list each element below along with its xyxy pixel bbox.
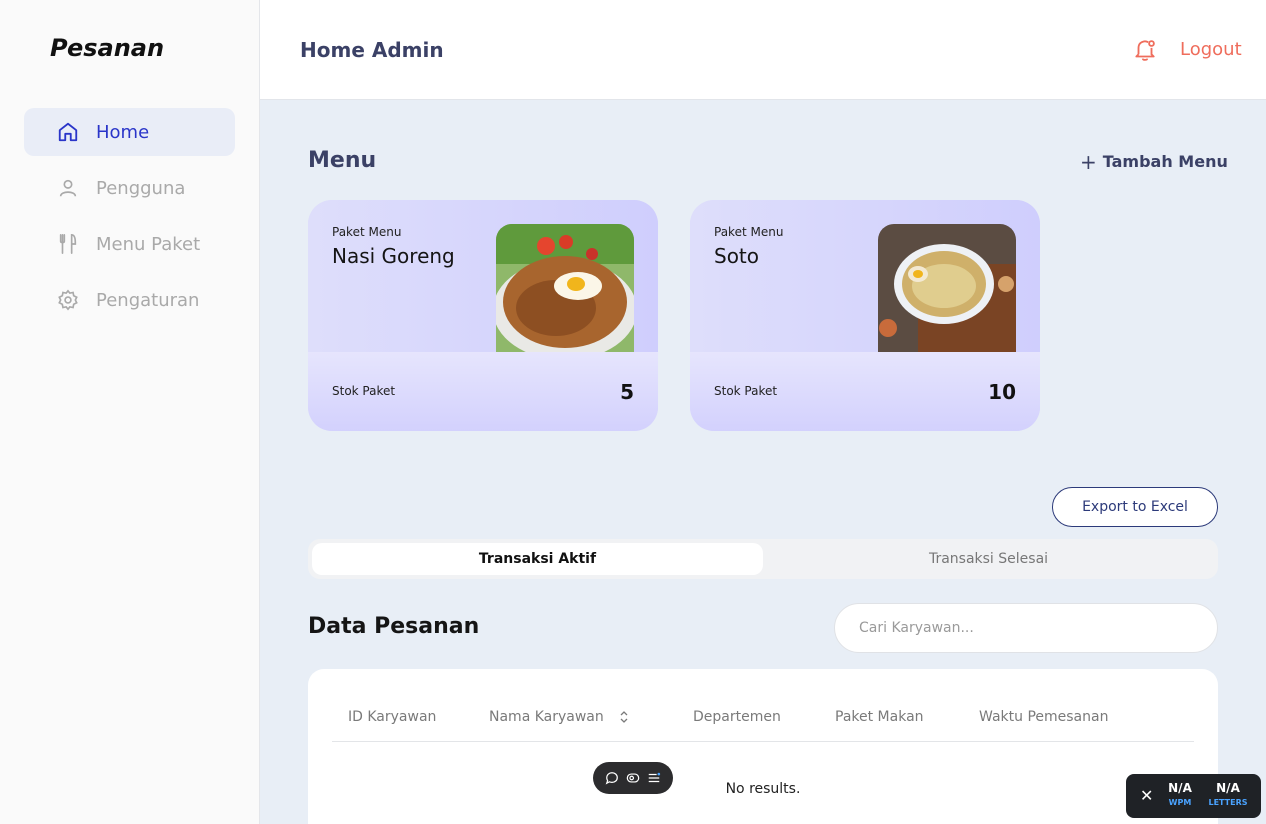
utensils-icon — [56, 232, 80, 256]
card-stock-label: Stok Paket — [332, 384, 396, 398]
card-name: Nasi Goreng — [332, 244, 455, 268]
column-header-id: ID Karyawan — [348, 709, 437, 725]
card-stock-value: 10 — [988, 380, 1016, 404]
wpm-stat: N/A WPM — [1160, 781, 1200, 807]
wpm-value: N/A — [1168, 781, 1192, 795]
page-title: Home Admin — [300, 38, 444, 62]
plus-icon: + — [1080, 149, 1097, 174]
sidebar-item-label: Menu Paket — [96, 233, 201, 255]
menu-card-soto[interactable]: Paket Menu Soto Stok Paket 10 — [690, 200, 1040, 431]
sort-icon[interactable] — [619, 709, 629, 723]
card-kicker: Paket Menu — [332, 225, 402, 239]
column-header-paket: Paket Makan — [835, 709, 924, 725]
sidebar-item-label: Pengguna — [96, 177, 186, 199]
wpm-label: WPM — [1168, 798, 1192, 807]
user-icon — [56, 176, 80, 200]
export-excel-button[interactable]: Export to Excel — [1052, 487, 1218, 527]
sidebar-item-pengguna[interactable]: Pengguna — [24, 164, 235, 212]
gear-icon — [56, 288, 80, 312]
search-input[interactable] — [834, 603, 1218, 653]
column-header-nama[interactable]: Nama Karyawan — [489, 709, 604, 725]
notification-bell-icon[interactable] — [1132, 37, 1158, 63]
card-stock-value: 5 — [620, 380, 634, 404]
header-divider — [332, 741, 1194, 742]
transaction-tabs: Transaksi Aktif Transaksi Selesai — [308, 539, 1218, 579]
column-header-waktu: Waktu Pemesanan — [979, 709, 1109, 725]
typing-stats-widget: ✕ N/A WPM N/A LETTERS — [1126, 774, 1261, 818]
column-header-departemen: Departemen — [693, 709, 781, 725]
letters-label: LETTERS — [1208, 798, 1248, 807]
add-menu-button[interactable]: + Tambah Menu — [1080, 149, 1228, 174]
tab-transaksi-aktif[interactable]: Transaksi Aktif — [312, 543, 763, 575]
card-name: Soto — [714, 244, 760, 268]
soto-photo — [878, 224, 1016, 352]
comment-icon[interactable] — [604, 770, 620, 786]
sidebar-item-home[interactable]: Home — [24, 108, 235, 156]
menu-lines-icon[interactable] — [646, 770, 662, 786]
menu-card-nasi-goreng[interactable]: Paket Menu Nasi Goreng Stok Paket 5 — [308, 200, 658, 431]
sidebar: Pesanan Home Pengguna Menu Paket Pengatu… — [0, 0, 260, 824]
close-icon[interactable]: ✕ — [1140, 786, 1153, 805]
letters-stat: N/A LETTERS — [1208, 781, 1248, 807]
orders-title: Data Pesanan — [308, 614, 480, 639]
tab-transaksi-selesai[interactable]: Transaksi Selesai — [763, 543, 1214, 575]
card-kicker: Paket Menu — [714, 225, 784, 239]
orders-table: ID Karyawan Nama Karyawan Departemen Pak… — [308, 669, 1218, 824]
floating-toolbar — [593, 762, 673, 794]
nasi-goreng-photo — [496, 224, 634, 352]
sidebar-item-pengaturan[interactable]: Pengaturan — [24, 276, 235, 324]
add-menu-label: Tambah Menu — [1102, 152, 1228, 171]
brand-logo: Pesanan — [50, 34, 165, 62]
logout-button[interactable]: Logout — [1180, 39, 1242, 60]
card-stock-label: Stok Paket — [714, 384, 778, 398]
eye-toggle-icon[interactable] — [625, 770, 641, 786]
top-header: Home Admin Logout — [260, 0, 1266, 100]
sidebar-item-label: Home — [96, 121, 150, 143]
home-icon — [56, 120, 80, 144]
menu-section-title: Menu — [308, 148, 377, 173]
sidebar-item-label: Pengaturan — [96, 289, 200, 311]
letters-value: N/A — [1216, 781, 1240, 795]
sidebar-item-menu-paket[interactable]: Menu Paket — [24, 220, 235, 268]
empty-state: No results. — [725, 781, 801, 797]
